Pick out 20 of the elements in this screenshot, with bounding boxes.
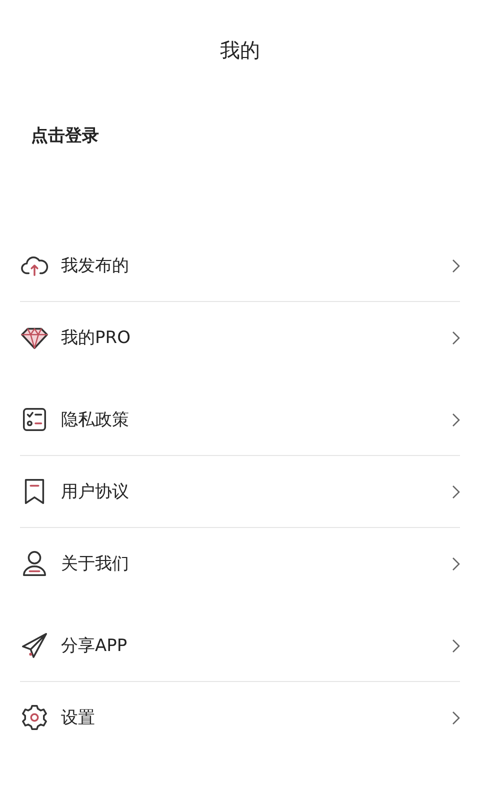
chevron-right-icon	[452, 412, 460, 426]
chevron-right-icon	[452, 330, 460, 344]
menu-item[interactable]: 关于我们	[20, 528, 460, 599]
settings-icon	[20, 703, 49, 732]
chevron-right-icon	[452, 556, 460, 570]
chevron-right-icon	[452, 710, 460, 724]
page-title: 我的	[220, 36, 260, 64]
menu-item[interactable]: 设置	[20, 682, 460, 753]
paper-plane-icon	[20, 631, 49, 660]
menu-item[interactable]: 我的PRO	[20, 302, 460, 373]
chevron-right-icon	[452, 484, 460, 498]
user-icon	[20, 549, 49, 578]
login-link[interactable]: 点击登录	[31, 124, 99, 146]
checklist-icon	[20, 405, 49, 434]
chevron-right-icon	[452, 258, 460, 272]
chevron-right-icon	[452, 638, 460, 652]
menu-item[interactable]: 用户协议	[20, 456, 460, 527]
menu-item[interactable]: 分享APP	[20, 610, 460, 681]
menu-item[interactable]: 隐私政策	[20, 384, 460, 455]
menu-item[interactable]: 我发布的	[20, 230, 460, 301]
